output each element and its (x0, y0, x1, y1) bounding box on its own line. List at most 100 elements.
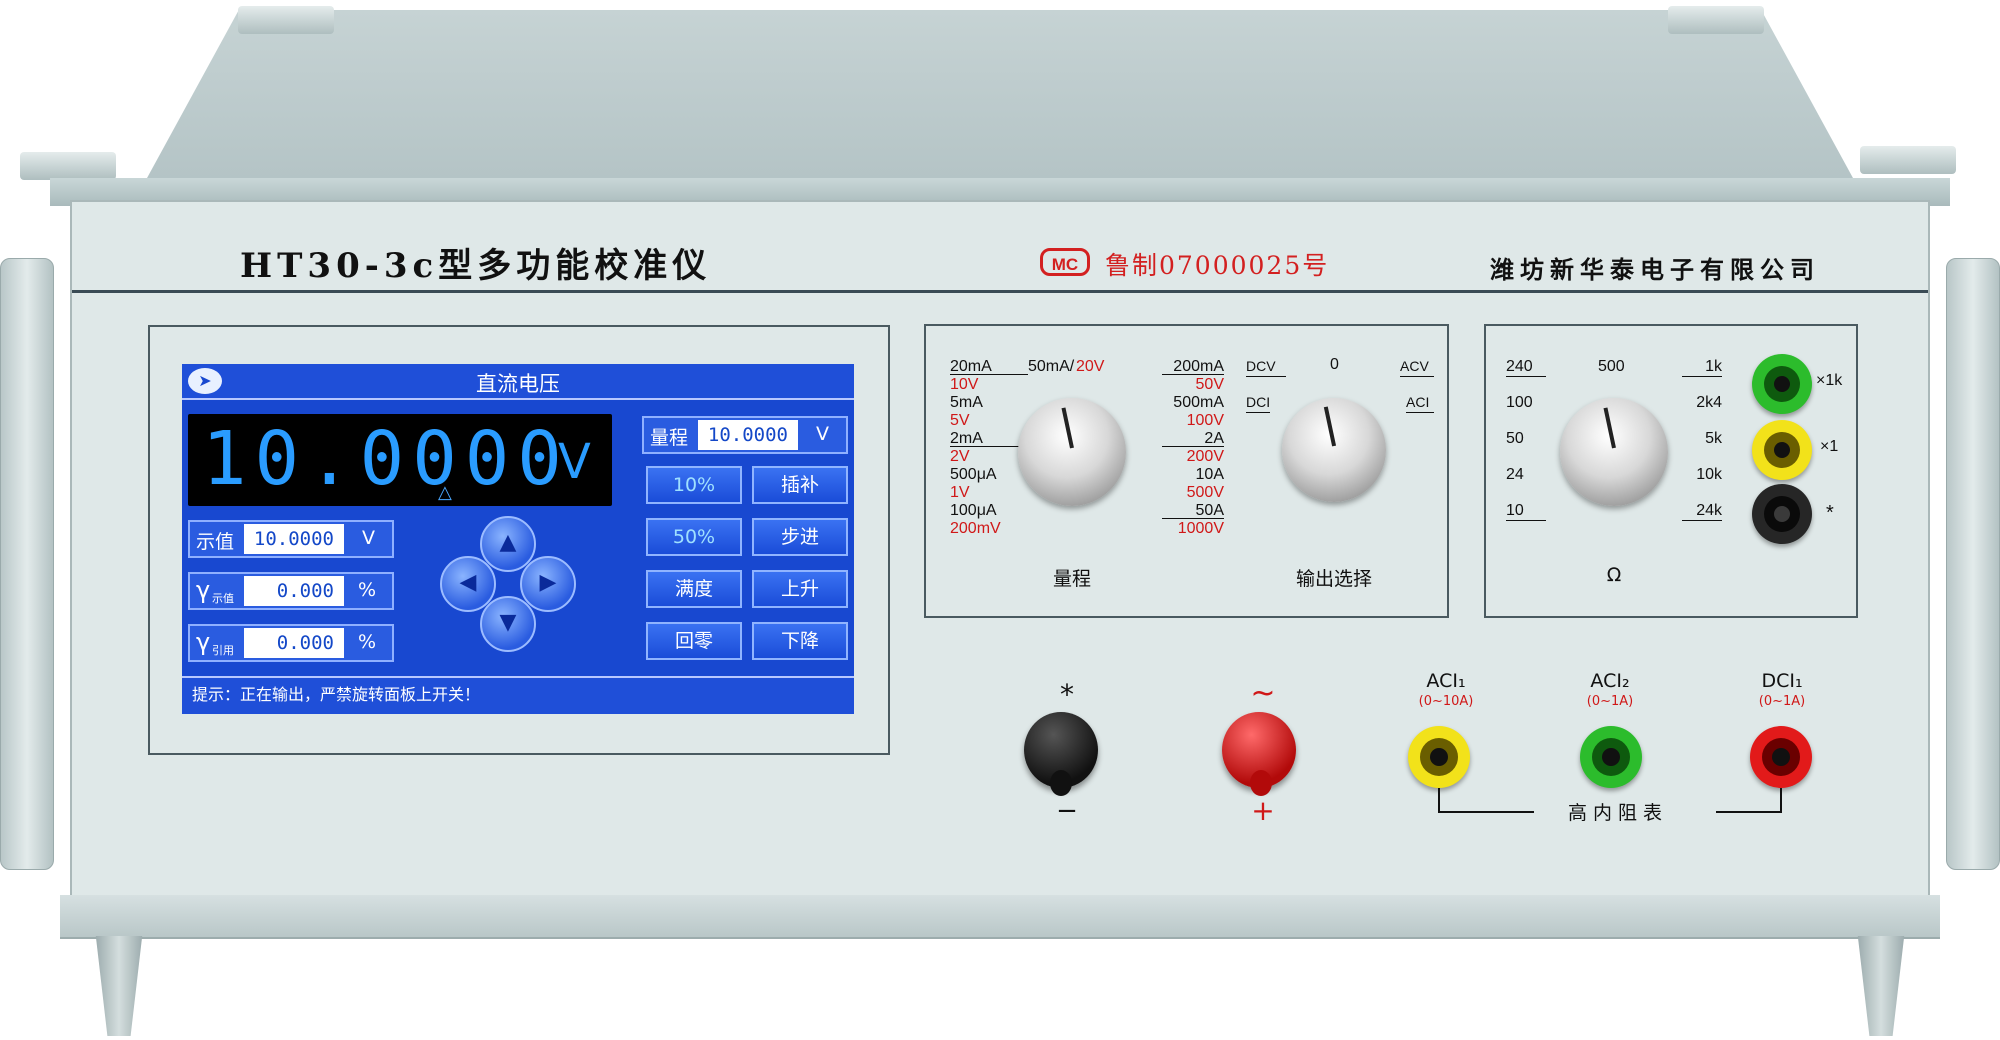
range-label-1000v: 1000V (1177, 520, 1224, 537)
cert-number: 鲁制07000025号 (1105, 251, 1330, 280)
gamma-subscript: 示值 (212, 592, 234, 605)
screen-title: 直流电压 (476, 372, 560, 396)
output-select-caption: 输出选择 (1295, 568, 1372, 590)
jack-common-black[interactable] (1752, 484, 1812, 544)
screen-titlebar: ➤ 直流电压 (182, 364, 854, 400)
jack-x1-yellow[interactable] (1752, 420, 1812, 480)
range-label-5v: 5V (950, 412, 970, 429)
output-select-knob[interactable] (1282, 398, 1386, 502)
indication-unit: V (362, 527, 375, 549)
range-label-500v: 500V (1186, 484, 1224, 501)
gamma-symbol: γ (196, 576, 211, 604)
range-label-50v: 50V (1195, 376, 1224, 393)
ohm-label-2k4: 2k4 (1696, 394, 1722, 411)
readout-unit: V (558, 434, 591, 490)
metrology-cert-logo: MC (1040, 248, 1090, 276)
lid-foot-front-left (20, 152, 116, 180)
step-button[interactable]: 步进 (752, 518, 848, 556)
chassis-lid (135, 10, 1865, 200)
resistance-knob[interactable] (1560, 398, 1668, 506)
jack-label-star: * (1826, 502, 1834, 524)
ohm-label-240: 240 (1506, 358, 1533, 375)
range-label-200v: 200V (1186, 448, 1224, 465)
fifty-percent-button[interactable]: 50% (646, 518, 742, 556)
range-label-500ua: 500μA (950, 466, 997, 483)
gamma-indication-row: γ 示值 0.000 % (188, 572, 394, 610)
digit-cursor-icon: △ (438, 482, 452, 503)
resistance-panel: 240 100 50 24 10 500 1k 2k4 5k 10k 24k Ω… (1484, 324, 1858, 618)
range-label-100v: 100V (1186, 412, 1224, 429)
dci1-range: (0~1A) (1758, 694, 1806, 709)
readout-value: 10.0000 (202, 416, 570, 502)
dci1-jack-red[interactable] (1750, 726, 1812, 788)
touch-screen: ➤ 直流电压 10.0000 V △ 量程 10.0000 V 示值 10.00… (182, 364, 854, 714)
lid-foot-right (1668, 6, 1764, 34)
ohm-label-24: 24 (1506, 466, 1524, 483)
resistance-caption: Ω (1606, 564, 1622, 586)
panel-bottom-rail (60, 895, 1940, 939)
range-caption: 量程 (1052, 568, 1091, 590)
red-post-bottom-label: + (1251, 794, 1275, 827)
direction-pad: ▲ ◀ ▶ ▼ (440, 516, 576, 652)
arrow-down-button[interactable]: ▼ (480, 596, 536, 652)
output-label-dcv: DCV (1246, 358, 1276, 374)
indication-row: 示值 10.0000 V (188, 520, 394, 558)
range-panel: 20mA 10V 5mA 5V 2mA 2V 500μA 1V 100μA 20… (924, 324, 1449, 618)
range-label-10a: 10A (1195, 466, 1224, 483)
ohm-label-1k: 1k (1705, 358, 1722, 375)
range-label-10v: 10V (950, 376, 979, 393)
range-label-200mv: 200mV (950, 520, 1001, 537)
lid-foot-left (238, 6, 334, 34)
interpolate-button[interactable]: 插补 (752, 466, 848, 504)
handle-left[interactable] (0, 258, 54, 870)
handle-right[interactable] (1946, 258, 2000, 870)
aci2-label: ACI₂ (1590, 670, 1630, 692)
full-scale-button[interactable]: 满度 (646, 570, 742, 608)
ohm-label-24k: 24k (1696, 502, 1722, 519)
range-label-100ua: 100μA (950, 502, 997, 519)
ohm-label-100: 100 (1506, 394, 1533, 411)
jack-x1k-green[interactable] (1752, 354, 1812, 414)
black-post-top-label: * (1060, 678, 1074, 711)
range-label-5ma: 5mA (950, 394, 983, 411)
arrow-right-button[interactable]: ▶ (520, 556, 576, 612)
ohm-label-10k: 10k (1696, 466, 1722, 483)
gamma-indication-unit: % (358, 579, 377, 601)
ten-percent-button[interactable]: 10% (646, 466, 742, 504)
company-name: 潍坊新华泰电子有限公司 (1490, 255, 1820, 284)
range-value[interactable]: 10.0000 (698, 420, 798, 450)
range-label-2v: 2V (950, 448, 970, 465)
lid-foot-front-right (1860, 146, 1956, 174)
range-unit: V (816, 423, 829, 445)
model-title: HT30-3c型多功能校准仪 (240, 246, 712, 286)
status-bar: 提示：正在输出，严禁旋转面板上开关！ (182, 676, 854, 714)
ohm-label-500: 500 (1598, 358, 1625, 375)
output-label-zero: 0 (1330, 356, 1339, 373)
gamma-reference-unit: % (358, 631, 377, 653)
up-button[interactable]: 上升 (752, 570, 848, 608)
zero-button[interactable]: 回零 (646, 622, 742, 660)
aci2-jack-green[interactable] (1580, 726, 1642, 788)
range-label: 量程 (650, 427, 689, 449)
high-impedance-meter-label: 高 内 阻 表 (1567, 802, 1663, 824)
ohm-label-10: 10 (1506, 502, 1524, 519)
gamma-indication-value: 0.000 (244, 576, 344, 606)
jack-label-x1k: ×1k (1816, 372, 1843, 389)
header-divider (72, 290, 1928, 293)
indication-label: 示值 (196, 531, 235, 553)
down-button[interactable]: 下降 (752, 622, 848, 660)
jack-label-x1: ×1 (1820, 438, 1839, 455)
dci1-label: DCI₁ (1761, 670, 1803, 692)
range-knob[interactable] (1018, 398, 1126, 506)
gamma-subscript: 引用 (212, 644, 234, 657)
leg-right (1857, 936, 1905, 1036)
gamma-reference-row: γ 引用 0.000 % (188, 624, 394, 662)
indication-value[interactable]: 10.0000 (244, 524, 344, 554)
aci2-range: (0~1A) (1586, 694, 1634, 709)
output-label-dci: DCI (1246, 394, 1271, 410)
range-label-20v: 20V (1076, 358, 1105, 375)
gamma-reference-value: 0.000 (244, 628, 344, 658)
range-selector[interactable]: 量程 10.0000 V (642, 416, 848, 454)
aci1-label: ACI₁ (1426, 670, 1466, 692)
aci1-jack-yellow[interactable] (1408, 726, 1470, 788)
